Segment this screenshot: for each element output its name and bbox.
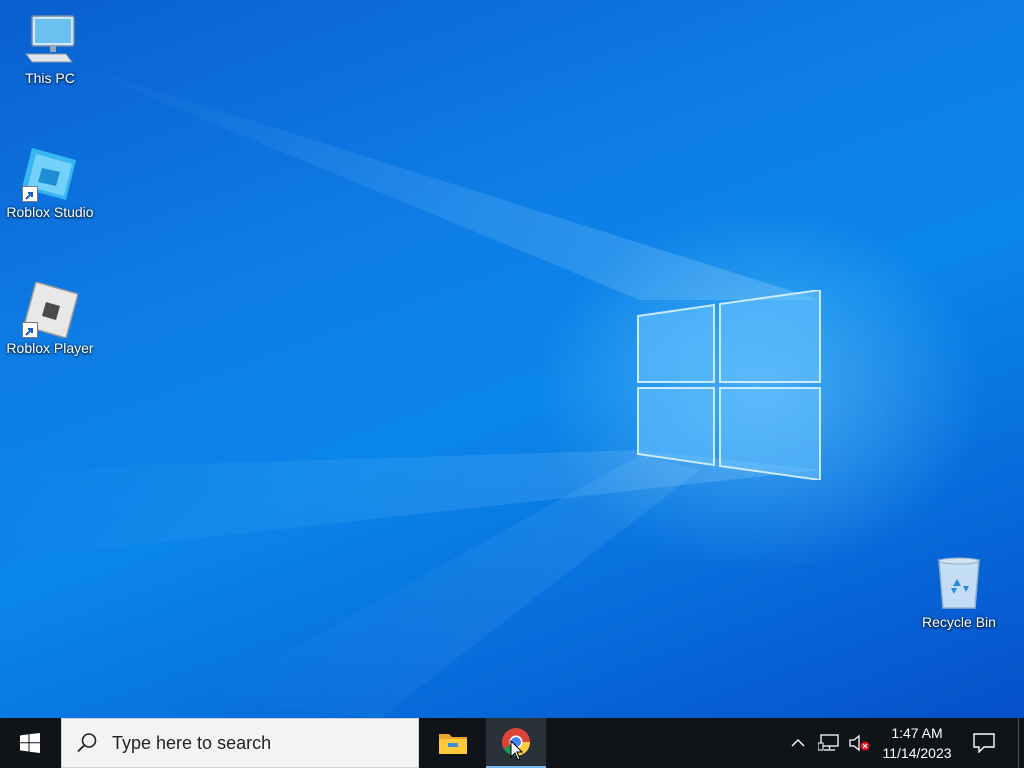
network-button[interactable] bbox=[814, 718, 844, 768]
show-desktop-button[interactable] bbox=[1018, 718, 1024, 768]
clock-date: 11/14/2023 bbox=[882, 745, 952, 761]
windows-logo-icon bbox=[20, 733, 40, 753]
search-placeholder: Type here to search bbox=[112, 732, 272, 753]
shortcut-arrow-icon bbox=[22, 322, 38, 338]
shortcut-arrow-icon bbox=[22, 186, 38, 202]
desktop-icon-label: Roblox Player bbox=[6, 340, 94, 356]
mouse-cursor-icon bbox=[510, 740, 524, 761]
desktop-icon-recycle-bin[interactable]: Recycle Bin bbox=[909, 556, 1009, 630]
roblox-studio-icon bbox=[22, 146, 78, 202]
desktop-icon-roblox-studio[interactable]: Roblox Studio bbox=[0, 146, 100, 220]
show-hidden-icons-button[interactable] bbox=[786, 718, 810, 768]
network-icon bbox=[818, 734, 839, 751]
desktop[interactable]: This PC Roblox Studio Roblox Player Recy… bbox=[0, 0, 1024, 718]
search-icon bbox=[77, 733, 97, 753]
start-button[interactable] bbox=[0, 718, 60, 768]
clock-button[interactable]: 1:47 AM 11/14/2023 bbox=[874, 718, 960, 768]
desktop-icon-label: This PC bbox=[25, 70, 75, 86]
desktop-icon-label: Recycle Bin bbox=[922, 614, 996, 630]
notification-icon bbox=[973, 733, 995, 753]
volume-muted-icon bbox=[849, 734, 870, 752]
roblox-player-icon bbox=[22, 281, 79, 339]
desktop-icon-this-pc[interactable]: This PC bbox=[0, 12, 100, 86]
chevron-up-icon bbox=[791, 739, 805, 747]
folder-icon bbox=[439, 734, 467, 754]
volume-button[interactable] bbox=[846, 718, 872, 768]
taskbar-file-explorer[interactable] bbox=[424, 718, 482, 768]
action-center-button[interactable] bbox=[966, 718, 1002, 768]
desktop-icon-roblox-player[interactable]: Roblox Player bbox=[0, 281, 100, 356]
recycle-bin-icon bbox=[931, 556, 987, 612]
wallpaper-windows-logo bbox=[636, 288, 822, 482]
taskbar: Type here to search 1:47 AM 11/14/2023 bbox=[0, 718, 1024, 768]
wallpaper-beams bbox=[0, 60, 820, 718]
clock-time: 1:47 AM bbox=[891, 725, 943, 741]
search-box[interactable]: Type here to search bbox=[61, 718, 419, 768]
desktop-icon-label: Roblox Studio bbox=[6, 204, 94, 220]
computer-icon bbox=[22, 12, 78, 68]
